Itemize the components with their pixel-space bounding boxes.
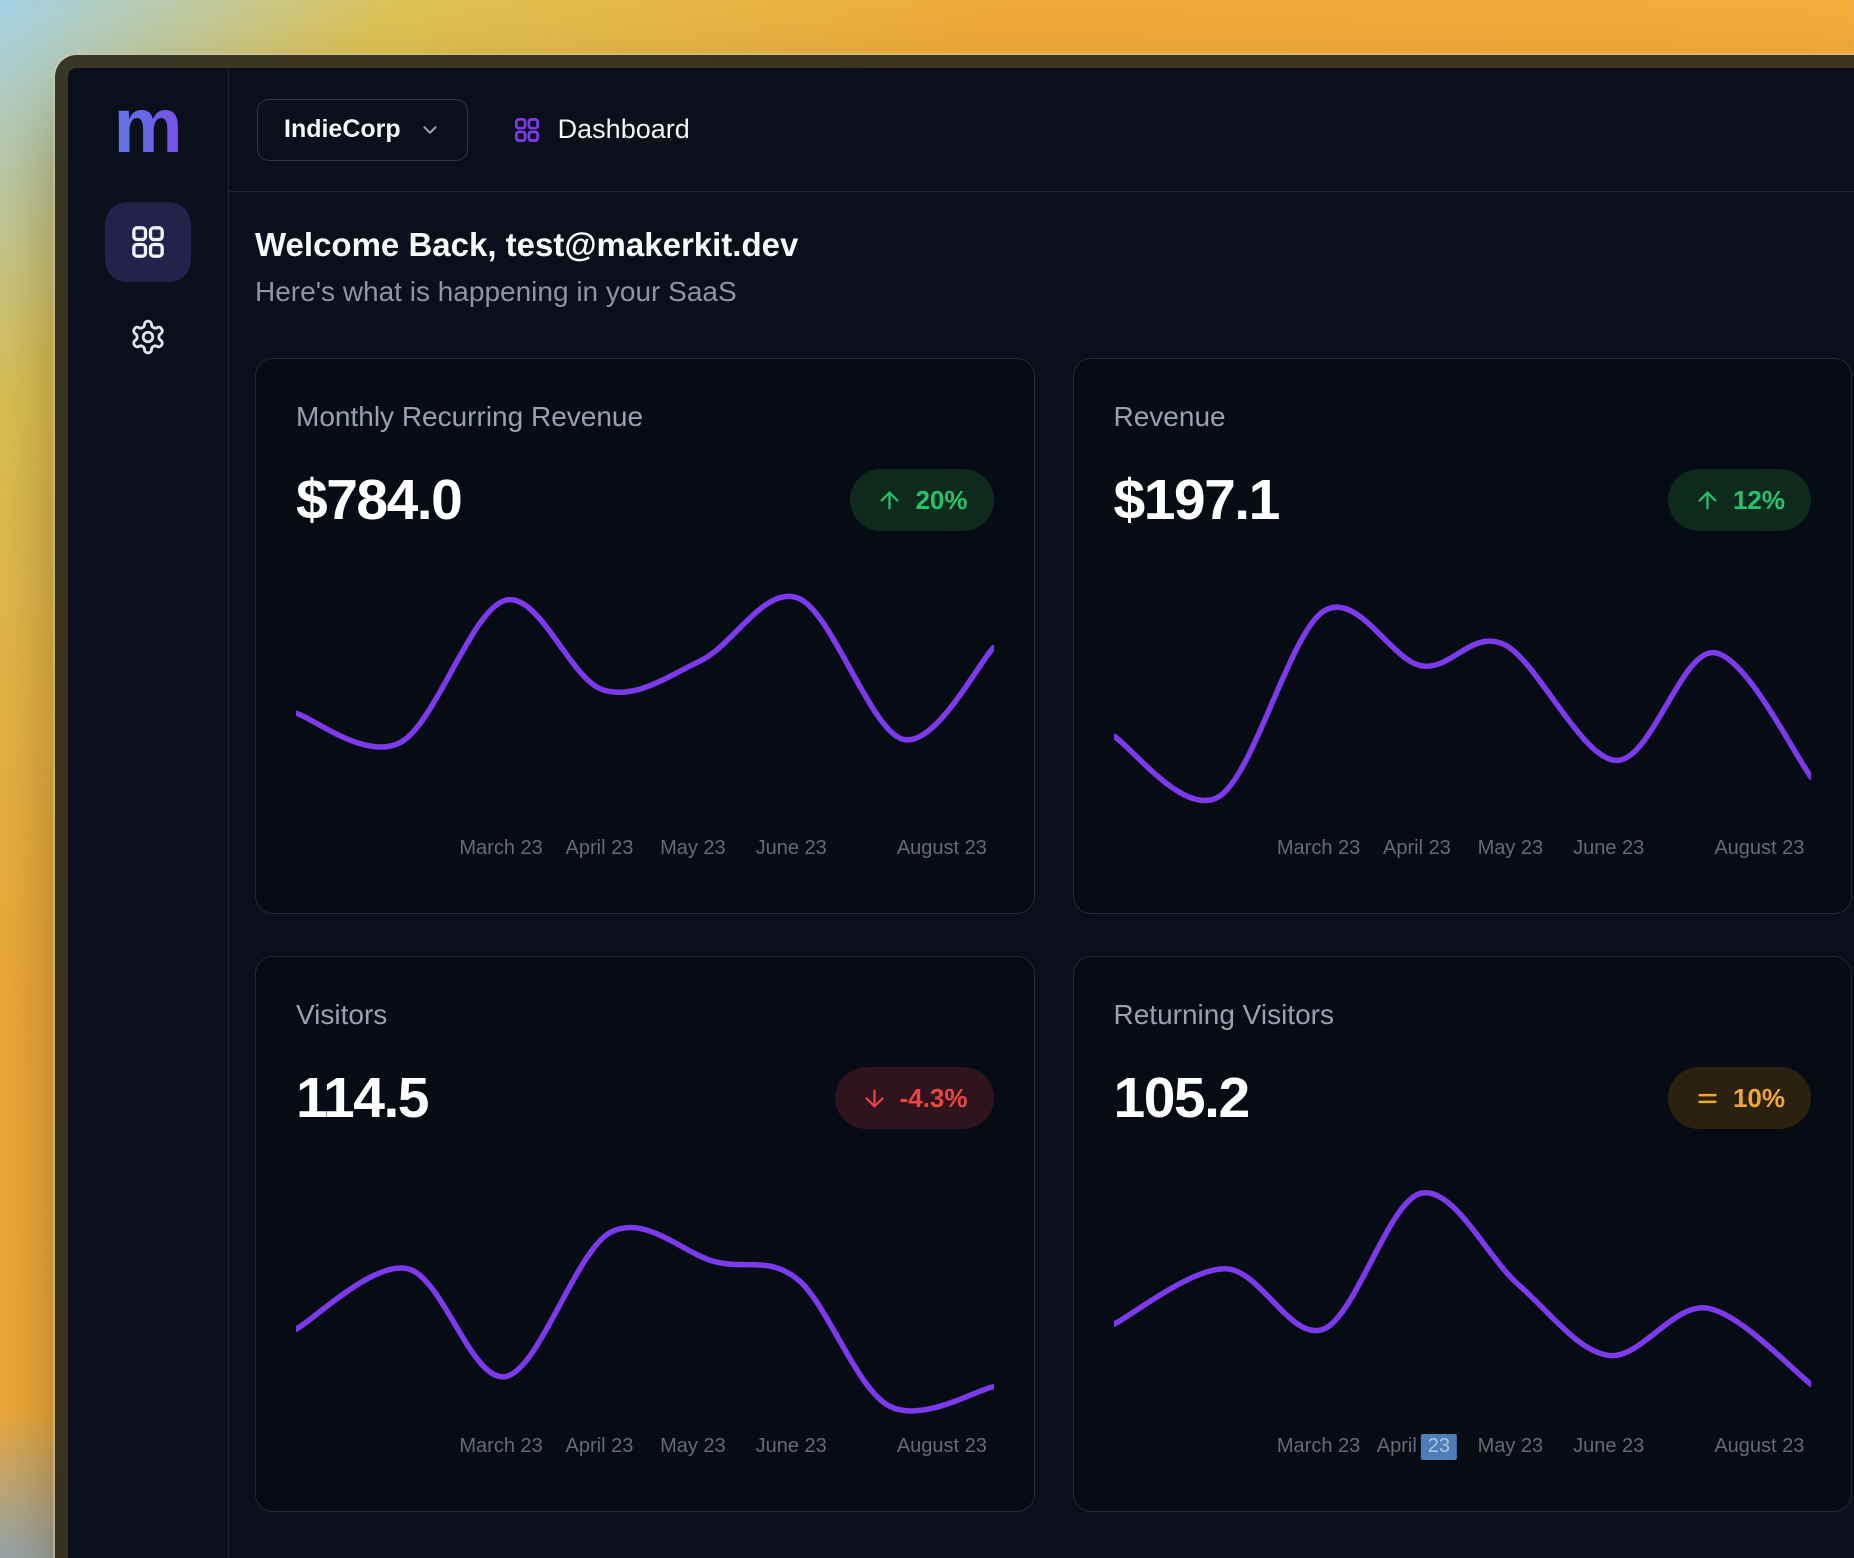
x-axis: March 23 April 23 May 23 June 23 August 23 bbox=[1114, 837, 1812, 867]
team-name: IndieCorp bbox=[284, 115, 401, 144]
breadcrumb[interactable]: Dashboard bbox=[512, 114, 690, 145]
x-axis-label: June 23 bbox=[1573, 837, 1644, 860]
card-returning-visitors: Returning Visitors 105.2 10% March 23A bbox=[1073, 956, 1853, 1512]
trend-badge: 20% bbox=[850, 469, 993, 531]
x-axis-label: March 23 bbox=[1277, 1435, 1360, 1458]
trend-value: 20% bbox=[915, 485, 967, 516]
selected-text-highlight: 23 bbox=[1421, 1434, 1457, 1460]
team-selector-button[interactable]: IndieCorp bbox=[257, 99, 468, 161]
top-bar: IndieCorp Dashboard bbox=[229, 68, 1854, 192]
metric-value: 105.2 bbox=[1114, 1070, 1249, 1127]
card-title: Revenue bbox=[1114, 403, 1812, 431]
x-axis-label: June 23 bbox=[756, 1435, 827, 1458]
grid-icon bbox=[128, 222, 168, 262]
x-axis-label: May 23 bbox=[660, 837, 726, 860]
x-axis-label: May 23 bbox=[1478, 1435, 1544, 1458]
trend-badge: 10% bbox=[1668, 1067, 1811, 1129]
line-chart bbox=[1114, 1167, 1812, 1429]
x-axis-label: August 23 bbox=[897, 837, 987, 860]
stats-grid: Monthly Recurring Revenue $784.0 20% M bbox=[255, 358, 1852, 1512]
x-axis-label: March 23 bbox=[1277, 837, 1360, 860]
trend-value: 10% bbox=[1733, 1083, 1785, 1114]
x-axis-label: August 23 bbox=[1714, 1435, 1804, 1458]
sidebar-item-dashboard[interactable] bbox=[105, 202, 191, 282]
x-axis-label: June 23 bbox=[1573, 1435, 1644, 1458]
x-axis-label: May 23 bbox=[1478, 837, 1544, 860]
trend-value: -4.3% bbox=[900, 1083, 968, 1114]
sidebar: m bbox=[68, 68, 229, 1558]
x-axis-label: August 23 bbox=[1714, 837, 1804, 860]
trend-badge: 12% bbox=[1668, 469, 1811, 531]
metric-value: $197.1 bbox=[1114, 472, 1279, 529]
line-chart bbox=[1114, 569, 1812, 831]
x-axis-label: April 23 bbox=[566, 1435, 634, 1458]
page-subtitle: Here's what is happening in your SaaS bbox=[255, 276, 1852, 308]
gear-icon bbox=[129, 318, 167, 356]
card-title: Monthly Recurring Revenue bbox=[296, 403, 994, 431]
trend-badge: -4.3% bbox=[835, 1067, 994, 1129]
trend-value: 12% bbox=[1733, 485, 1785, 516]
arrow-up-icon bbox=[1694, 487, 1721, 514]
breadcrumb-label: Dashboard bbox=[558, 114, 690, 145]
page-title: Welcome Back, test@makerkit.dev bbox=[255, 226, 1852, 264]
card-visitors: Visitors 114.5 -4.3% March 23April 23M bbox=[255, 956, 1035, 1512]
x-axis-label: March 23 bbox=[459, 837, 542, 860]
equals-icon bbox=[1694, 1085, 1721, 1112]
x-axis: March 23 April 23 May 23 June 23 August 23 bbox=[296, 837, 994, 867]
x-axis: March 23 April23 May 23 June 23 August 23 bbox=[1114, 1435, 1812, 1465]
line-chart bbox=[296, 569, 994, 831]
x-axis: March 23 April 23 May 23 June 23 August 23 bbox=[296, 1435, 994, 1465]
x-axis-label: August 23 bbox=[897, 1435, 987, 1458]
main-area: IndieCorp Dashboard Welcome Back, test@m… bbox=[229, 68, 1854, 1558]
grid-icon bbox=[512, 115, 542, 145]
x-axis-label: April 23 bbox=[566, 837, 634, 860]
page-content: Welcome Back, test@makerkit.dev Here's w… bbox=[229, 192, 1854, 1512]
card-revenue: Revenue $197.1 12% March 23April 23May bbox=[1073, 358, 1853, 914]
chevron-down-icon bbox=[419, 119, 441, 141]
app-window: m IndieCorp bbox=[68, 68, 1854, 1558]
x-axis-label: April 23 bbox=[1383, 837, 1451, 860]
line-chart bbox=[296, 1167, 994, 1429]
x-axis-label: June 23 bbox=[756, 837, 827, 860]
metric-value: 114.5 bbox=[296, 1070, 428, 1127]
makerkit-logo[interactable]: m bbox=[113, 94, 182, 156]
card-monthly-recurring-revenue: Monthly Recurring Revenue $784.0 20% M bbox=[255, 358, 1035, 914]
x-axis-label: May 23 bbox=[660, 1435, 726, 1458]
arrow-up-icon bbox=[876, 487, 903, 514]
metric-value: $784.0 bbox=[296, 472, 461, 529]
card-title: Returning Visitors bbox=[1114, 1001, 1812, 1029]
arrow-down-icon bbox=[861, 1085, 888, 1112]
x-axis-label: March 23 bbox=[459, 1435, 542, 1458]
x-axis-label: April23 bbox=[1377, 1435, 1457, 1458]
sidebar-item-settings[interactable] bbox=[129, 318, 167, 356]
card-title: Visitors bbox=[296, 1001, 994, 1029]
